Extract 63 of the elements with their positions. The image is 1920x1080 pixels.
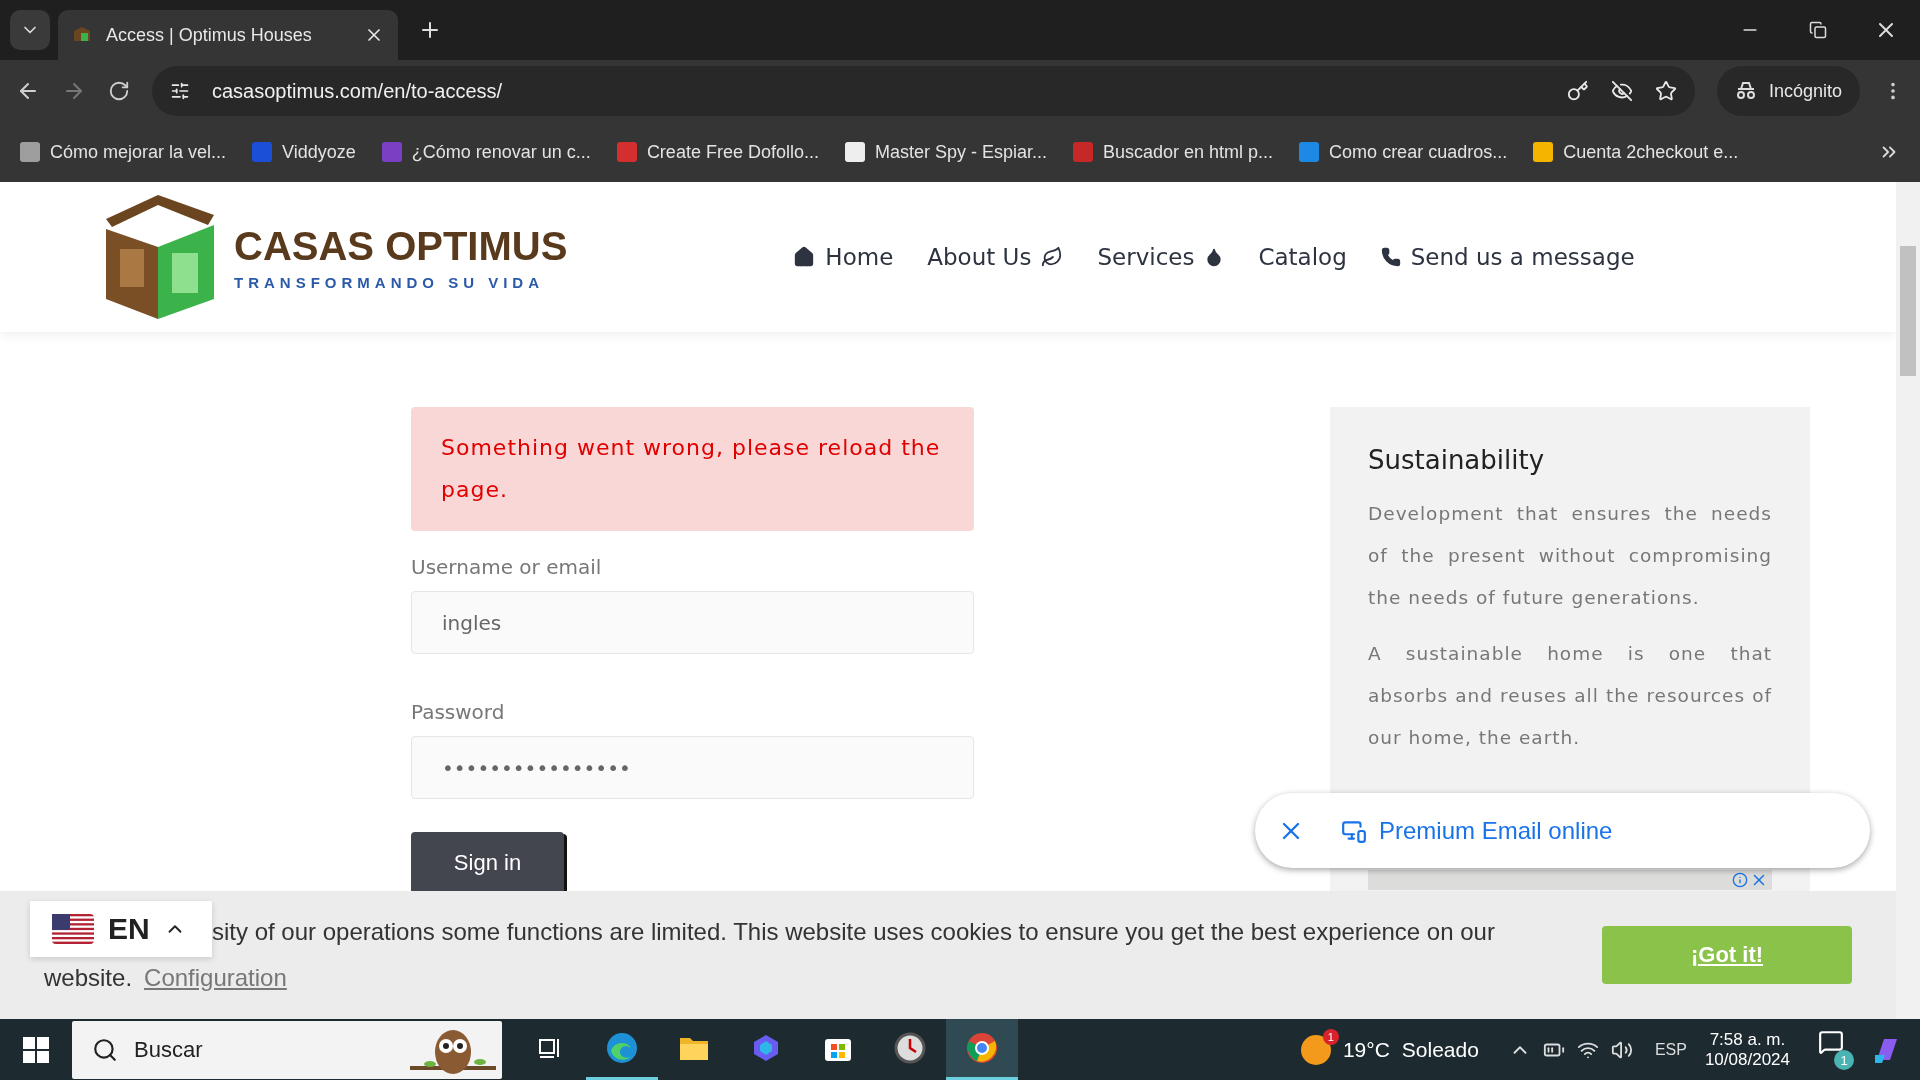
bookmark[interactable]: Como crear cuadros... [1299,141,1508,163]
address-bar[interactable]: casasoptimus.com/en/to-access/ [152,66,1695,116]
profile-button[interactable]: Incógnito [1716,66,1860,116]
home-icon [793,246,816,268]
logo-tagline: TRANSFORMANDO SU VIDA [234,273,545,291]
cookie-text: website. [44,963,133,993]
bookmark[interactable]: Cómo mejorar la vel... [20,141,227,163]
chrome-icon [965,1031,999,1065]
input-field[interactable]: •••••••••••••••• [411,736,974,799]
bookmark[interactable]: ¿Cómo renovar un c... [381,141,591,163]
bookmark[interactable]: Viddyoze [252,141,356,163]
input-language[interactable]: ESP [1654,1040,1687,1059]
taskbar-search-field[interactable]: Buscar [72,1020,502,1079]
nav-link[interactable]: Send us a message [1380,244,1635,270]
sidebar-paragraph: A sustainable home is one that absorbs and reuses all the resources of our home, the earth. [1368,642,1772,750]
notification-count: 1 [1834,1050,1854,1070]
date: 10/08/2024 [1704,1049,1790,1070]
weather-badge: 1 [1322,1028,1339,1045]
sign-in-button[interactable]: Sign in [411,832,564,894]
sidebar-paragraph: Development that ensures the needs of the present without compromising the needs of future generations. [1368,502,1772,610]
weather-condition: Soleado [1401,1037,1479,1062]
tab-title: Access | Optimus Houses [106,24,313,46]
nav-link[interactable]: Catalog [1258,244,1347,270]
windows-icon[interactable] [23,1036,49,1063]
language-selector[interactable]: EN [30,901,212,957]
site-settings-icon[interactable] [170,81,190,101]
scrollbar-thumb[interactable] [1900,246,1916,376]
url-text: casasoptimus.com/en/to-access/ [212,79,504,103]
info-icon[interactable] [1732,872,1748,888]
bookmark[interactable]: Master Spy - Espiar... [844,141,1047,163]
incognito-icon [1734,81,1757,101]
clock[interactable]: 7:58 a. m. 10/08/2024 [1704,1029,1790,1070]
nav-link[interactable]: Home [793,244,894,270]
clock-icon [894,1032,926,1064]
reload-icon[interactable] [108,80,130,102]
time: 7:58 a. m. [1709,1029,1786,1050]
field-label: Password [411,700,506,724]
flag-icon [52,914,94,944]
temperature: 19°C [1342,1037,1390,1062]
sidebar-title: Sustainability [1368,445,1546,475]
logo-name: CASAS OPTIMUS [234,223,568,268]
bookmark[interactable]: Create Free Dofollo... [616,141,819,163]
bookmark[interactable]: Buscador en html p... [1073,141,1274,163]
search-icon [92,1036,118,1063]
browser-tab[interactable]: Access | Optimus Houses [58,10,398,60]
leaf-icon [1041,246,1064,268]
cookie-text: sity of our operations some functions are limited. This website uses cookies to ensure you get the best experience on our [212,917,1495,947]
bookmark[interactable]: Cuenta 2checkout e... [1533,141,1739,163]
eye-off-icon[interactable] [1610,80,1633,102]
star-icon[interactable] [1654,80,1677,102]
browser-icon [605,1031,639,1065]
configuration-link[interactable]: Configuration [144,958,287,998]
error-alert: Something went wrong, please reload the page. [411,407,974,531]
restore-icon[interactable] [1809,21,1827,39]
ad-link[interactable]: Premium Email online [1341,816,1613,845]
input-field[interactable]: ingles [411,591,974,654]
key-icon[interactable] [1566,80,1589,102]
field-label: Username or email [411,555,603,579]
nav-link[interactable]: About Us [927,244,1064,270]
nav-link[interactable]: Services [1097,244,1225,270]
phone-icon [1380,247,1401,267]
hexagon-icon [751,1033,781,1063]
message-icon [1818,1029,1844,1055]
